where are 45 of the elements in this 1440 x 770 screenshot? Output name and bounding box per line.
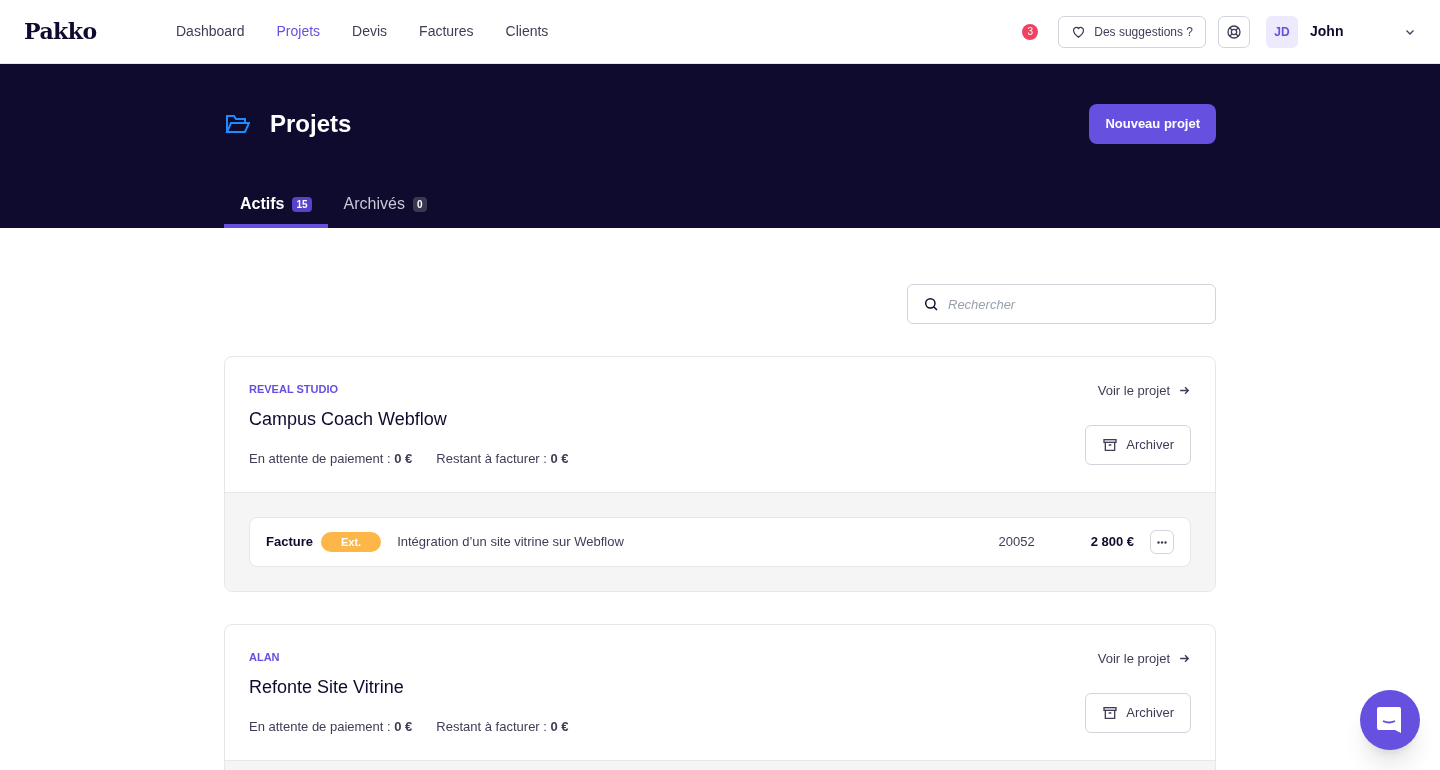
suggestions-button[interactable]: Des suggestions ? [1058, 15, 1206, 48]
heart-icon [1071, 24, 1087, 39]
chat-button[interactable] [1360, 690, 1420, 750]
archive-button[interactable]: Archiver [1085, 692, 1191, 733]
user-avatar[interactable]: JD [1266, 15, 1298, 48]
stat-text: En attente de paiement : 0 € [249, 449, 413, 468]
user-name[interactable]: John [1310, 21, 1404, 42]
document-number: 20052 [998, 533, 1035, 552]
view-project-link[interactable]: Voir le projet [1097, 381, 1191, 401]
logo[interactable]: Pakko [24, 15, 176, 48]
project-name: Refonte Site Vitrine [249, 675, 405, 699]
view-project-link[interactable]: Voir le projet [1097, 649, 1191, 669]
client-name: REVEAL STUDIO [249, 382, 340, 397]
document-type: Facture [266, 533, 313, 552]
more-icon [1157, 540, 1167, 544]
nav-link[interactable]: Projets [276, 21, 321, 42]
help-button[interactable] [1218, 15, 1250, 48]
new-project-button[interactable]: Nouveau projet [1089, 104, 1216, 144]
archive-box-icon [1102, 436, 1119, 453]
tab[interactable]: Archivés 0 [327, 184, 443, 228]
page-title: Projets [270, 109, 352, 139]
search-icon [923, 296, 939, 312]
more-button[interactable] [1150, 530, 1174, 554]
lifebuoy-icon [1226, 23, 1242, 40]
nav-link[interactable]: Factures [419, 21, 474, 42]
stat-text: En attente de paiement : 0 € [249, 717, 413, 736]
count-badge: 0 [412, 196, 427, 212]
nav-link[interactable]: Dashboard [176, 21, 245, 42]
document-amount: 2 800 € [1090, 533, 1134, 552]
document-description: Intégration d’un site vitrine sur Webflow [397, 533, 624, 552]
client-name: ALAN [249, 650, 281, 665]
archive-box-icon [1102, 704, 1119, 721]
status-tag: Ext. [320, 531, 382, 553]
nav-link[interactable]: Devis [352, 21, 388, 42]
count-badge: 15 [292, 196, 312, 212]
tab[interactable]: Actifs 15 [224, 184, 328, 228]
document-row[interactable]: Facture Ext. Intégration d’un site vitrine sur Webflow 20052 2 800 € [249, 517, 1191, 567]
search-field[interactable]: Rechercher [907, 284, 1216, 324]
notification-badge[interactable]: 3 [1022, 23, 1039, 40]
project-name: Campus Coach Webflow [249, 407, 448, 431]
stat-text: Restant à facturer : 0 € [436, 717, 569, 736]
archive-button[interactable]: Archiver [1085, 424, 1191, 465]
folder-icon [224, 113, 250, 135]
nav-link[interactable]: Clients [505, 21, 549, 42]
stat-text: Restant à facturer : 0 € [436, 449, 569, 468]
